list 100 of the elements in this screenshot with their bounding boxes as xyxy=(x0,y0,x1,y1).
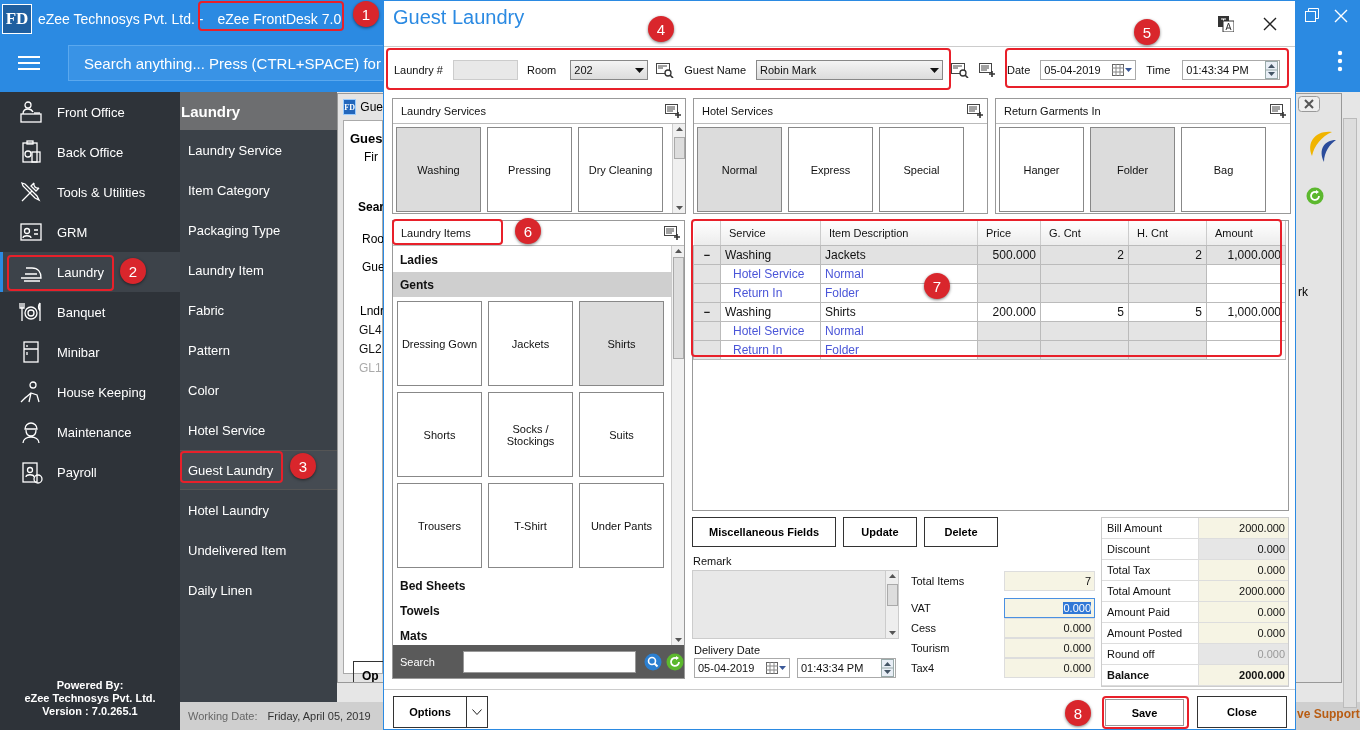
submenu-item[interactable]: Packaging Type xyxy=(180,210,337,250)
sidebar-item[interactable]: Back Office xyxy=(0,132,180,172)
scroll-up-icon[interactable] xyxy=(675,127,683,131)
time-field[interactable]: 01:43:34 PM xyxy=(797,658,896,678)
list-add-icon[interactable] xyxy=(665,104,681,118)
close-button[interactable]: Close xyxy=(1197,696,1287,728)
submenu-item[interactable]: Color xyxy=(180,370,337,410)
option-tile[interactable]: Hanger xyxy=(999,127,1084,212)
item-tile[interactable]: Trousers xyxy=(397,483,482,568)
category-item[interactable]: Ladies xyxy=(393,247,671,272)
submenu-item[interactable]: Laundry Service xyxy=(180,130,337,170)
option-tile[interactable]: Special xyxy=(879,127,964,212)
list-add-icon[interactable] xyxy=(664,226,680,240)
scroll-up-icon[interactable] xyxy=(674,249,682,253)
scroll-down-icon[interactable] xyxy=(888,631,896,635)
category-item[interactable]: Mats xyxy=(393,623,671,648)
option-tile[interactable]: Bag xyxy=(1181,127,1266,212)
item-tile[interactable]: Dressing Gown xyxy=(397,301,482,386)
scrollbar[interactable] xyxy=(885,571,898,638)
room-dropdown[interactable]: 202 xyxy=(570,60,649,80)
scroll-up-icon[interactable] xyxy=(888,574,896,578)
guest-name-dropdown[interactable]: Robin Mark xyxy=(756,60,944,80)
close-icon[interactable] xyxy=(1298,96,1320,112)
item-tile[interactable]: Suits xyxy=(579,392,664,477)
option-tile[interactable]: Folder xyxy=(1090,127,1175,212)
remark-field[interactable] xyxy=(692,570,899,639)
scroll-down-icon[interactable] xyxy=(674,638,682,642)
calendar-icon[interactable] xyxy=(766,662,786,674)
item-tile[interactable]: Shirts xyxy=(579,301,664,386)
item-tile[interactable]: T-Shirt xyxy=(488,483,573,568)
time-field[interactable]: 01:43:34 PM xyxy=(1182,60,1281,80)
sidebar-item[interactable]: Tools & Utilities xyxy=(0,172,180,212)
dropdown-caret-icon[interactable] xyxy=(635,67,645,73)
laundry-number-field[interactable] xyxy=(452,60,518,80)
scrollbar[interactable] xyxy=(1343,118,1357,708)
submenu-item[interactable]: Hotel Laundry xyxy=(180,490,337,530)
options-button[interactable]: Options xyxy=(393,696,467,728)
list-add-icon[interactable] xyxy=(979,63,996,77)
submenu-item[interactable]: Item Category xyxy=(180,170,337,210)
item-tile[interactable]: Under Pants xyxy=(579,483,664,568)
amount-field[interactable]: 0.000 xyxy=(1004,638,1095,658)
list-add-icon[interactable] xyxy=(967,104,983,118)
close-icon[interactable] xyxy=(1263,16,1277,31)
amount-field[interactable]: 0.000 xyxy=(1004,618,1095,638)
submenu-item[interactable]: Hotel Service xyxy=(180,410,337,450)
option-tile[interactable]: Normal xyxy=(697,127,782,212)
spinner-icon[interactable] xyxy=(1265,61,1279,79)
spinner-icon[interactable] xyxy=(881,659,894,677)
scrollbar[interactable] xyxy=(672,124,685,213)
amount-field: 2000.000 xyxy=(1198,581,1288,601)
scroll-thumb[interactable] xyxy=(673,137,685,159)
translate-icon[interactable] xyxy=(1218,15,1234,32)
sidebar-item[interactable]: Payroll xyxy=(0,452,180,492)
lookup-icon[interactable] xyxy=(656,62,675,78)
dropdown-caret-icon[interactable] xyxy=(930,67,940,73)
refresh-icon[interactable] xyxy=(666,652,684,671)
scroll-thumb[interactable] xyxy=(672,257,684,359)
more-icon[interactable] xyxy=(1337,50,1343,72)
submenu-item[interactable]: Undelivered Item xyxy=(180,530,337,570)
amount-field[interactable]: 0.000 xyxy=(1004,658,1095,678)
scrollbar[interactable] xyxy=(671,246,684,645)
submenu-item[interactable]: Daily Linen xyxy=(180,570,337,610)
sidebar-item[interactable]: Minibar xyxy=(0,332,180,372)
scroll-down-icon[interactable] xyxy=(675,206,683,210)
item-tile[interactable]: Socks / Stockings xyxy=(488,392,573,477)
amount-field[interactable]: 7 xyxy=(1004,571,1095,591)
calendar-icon[interactable] xyxy=(1112,64,1133,76)
column-header: Amount xyxy=(1206,221,1286,246)
option-tile[interactable]: Dry Cleaning xyxy=(578,127,663,212)
list-add-icon[interactable] xyxy=(1270,104,1286,118)
category-item[interactable]: Gents xyxy=(393,272,671,297)
item-tile[interactable]: Shorts xyxy=(397,392,482,477)
date-field[interactable]: 05-04-2019 xyxy=(1040,60,1137,80)
option-tile[interactable]: Washing xyxy=(396,127,481,212)
action-button[interactable]: Delete xyxy=(924,517,998,547)
item-tile[interactable]: Jackets xyxy=(488,301,573,386)
scroll-thumb[interactable] xyxy=(886,584,898,606)
sidebar-item[interactable]: Maintenance xyxy=(0,412,180,452)
submenu-item[interactable]: Fabric xyxy=(180,290,337,330)
option-tile[interactable]: Pressing xyxy=(487,127,572,212)
sidebar-item[interactable]: Banquet xyxy=(0,292,180,332)
action-button[interactable]: Miscellaneous Fields xyxy=(692,517,836,547)
amount-field[interactable]: 0.000 xyxy=(1004,598,1095,618)
sidebar-item[interactable]: Front Office xyxy=(0,92,180,132)
action-button[interactable]: Update xyxy=(843,517,917,547)
save-button[interactable]: Save xyxy=(1105,699,1184,726)
menu-icon[interactable] xyxy=(17,54,41,72)
option-tile[interactable]: Express xyxy=(788,127,873,212)
restore-icon[interactable] xyxy=(1305,8,1319,22)
sidebar-item[interactable]: GRM xyxy=(0,212,180,252)
search-icon[interactable] xyxy=(644,652,662,671)
sidebar-item[interactable]: House Keeping xyxy=(0,372,180,412)
submenu-item[interactable]: Pattern xyxy=(180,330,337,370)
search-field[interactable] xyxy=(462,650,636,673)
options-dropdown[interactable] xyxy=(467,696,488,728)
category-item[interactable]: Bed Sheets xyxy=(393,573,671,598)
category-item[interactable]: Towels xyxy=(393,598,671,623)
submenu-item[interactable]: Laundry Item xyxy=(180,250,337,290)
lookup-icon[interactable] xyxy=(951,62,970,78)
date-field[interactable]: 05-04-2019 xyxy=(694,658,790,678)
